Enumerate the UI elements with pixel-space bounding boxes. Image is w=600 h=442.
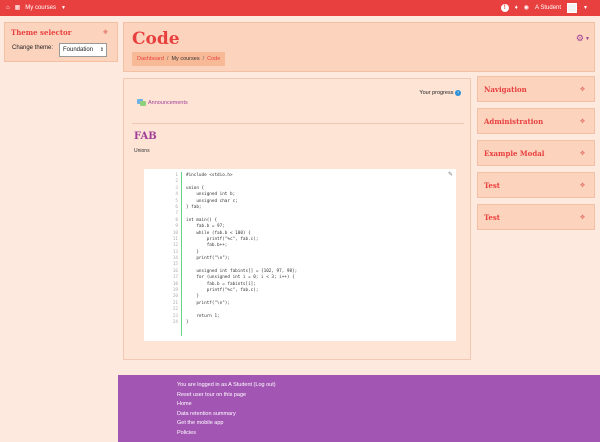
footer-home[interactable]: Home bbox=[177, 400, 276, 410]
page-footer: You are logged in as A Student (Log out)… bbox=[118, 375, 600, 442]
footer-mobile-app[interactable]: Get the mobile app bbox=[177, 419, 276, 429]
home-icon[interactable]: ⌂ bbox=[6, 5, 10, 11]
theme-selector-title: Theme selector bbox=[11, 28, 72, 37]
chevron-down-icon: ▼ bbox=[60, 5, 66, 11]
theme-select-value: Foundation bbox=[63, 47, 94, 53]
breadcrumb-separator: / bbox=[166, 56, 169, 62]
avatar[interactable] bbox=[567, 3, 578, 13]
navigation-block: Navigation ✥ bbox=[477, 76, 595, 102]
move-icon[interactable]: ✥ bbox=[103, 29, 108, 36]
top-navbar: ⌂ ▦ My courses ▼ ! ♦ ◉ A Student ▼ bbox=[0, 0, 600, 16]
gear-chevron-icon[interactable]: ▼ bbox=[585, 36, 590, 42]
footer-policies[interactable]: Policies bbox=[177, 429, 276, 439]
info-icon[interactable]: ! bbox=[500, 4, 509, 12]
line-number: 24 bbox=[172, 319, 178, 325]
code-text: #include <stdio.h> bbox=[186, 173, 233, 178]
announcements-link[interactable]: Announcements bbox=[137, 99, 188, 106]
breadcrumb-code[interactable]: Code bbox=[207, 56, 220, 62]
footer-reset-tour[interactable]: Reset user tour on this page bbox=[177, 391, 276, 401]
test-block-2: Test ✥ bbox=[477, 204, 595, 230]
administration-block: Administration ✥ bbox=[477, 108, 595, 134]
example-modal-block: Example Modal ✥ bbox=[477, 140, 595, 166]
example-modal-block-title: Example Modal bbox=[484, 149, 545, 158]
page-header: Code Dashboard / My courses / Code ⚙ ▼ bbox=[123, 22, 595, 72]
code-text: } bbox=[186, 319, 189, 325]
footer-login-info[interactable]: You are logged in as A Student (Log out) bbox=[177, 381, 276, 391]
gear-icon[interactable]: ⚙ bbox=[576, 33, 584, 44]
move-icon[interactable]: ✥ bbox=[580, 150, 585, 157]
footer-links: You are logged in as A Student (Log out)… bbox=[177, 381, 276, 438]
test-block-1: Test ✥ bbox=[477, 172, 595, 198]
code-lines: 1 #include <stdio.h> 2 3 union {4 unsigned i… bbox=[170, 173, 297, 326]
code-line: 24} bbox=[170, 320, 297, 326]
progress-indicator: Your progress ? bbox=[419, 90, 461, 96]
course-content: Your progress ? Announcements FAB Unions… bbox=[123, 78, 471, 360]
administration-block-title: Administration bbox=[484, 117, 544, 126]
section-title: FAB bbox=[134, 131, 157, 142]
page-title: Code bbox=[132, 29, 180, 49]
move-icon[interactable]: ✥ bbox=[580, 86, 585, 93]
select-arrow-icon: ⇕ bbox=[99, 47, 104, 53]
announcements-label: Announcements bbox=[148, 99, 188, 106]
footer-data-retention[interactable]: Data retention summary bbox=[177, 410, 276, 420]
theme-selector-block: Theme selector ✥ Change theme: Foundatio… bbox=[4, 22, 118, 62]
chat-icon[interactable]: ◉ bbox=[524, 5, 529, 11]
my-courses-menu[interactable]: My courses bbox=[25, 5, 56, 11]
user-menu-chevron-icon[interactable]: ▼ bbox=[583, 5, 588, 11]
breadcrumb-dashboard[interactable]: Dashboard bbox=[137, 56, 164, 62]
theme-select[interactable]: Foundation ⇕ bbox=[59, 43, 107, 57]
bell-icon[interactable]: ♦ bbox=[515, 5, 518, 11]
edit-icon[interactable]: ✎ bbox=[448, 171, 453, 178]
help-icon[interactable]: ? bbox=[455, 90, 461, 96]
move-icon[interactable]: ✥ bbox=[580, 182, 585, 189]
progress-label: Your progress bbox=[419, 90, 454, 96]
test-block-title: Test bbox=[484, 213, 501, 222]
code-text: printf("\n"); bbox=[186, 256, 230, 262]
courses-icon: ▦ bbox=[14, 5, 21, 11]
move-icon[interactable]: ✥ bbox=[580, 118, 585, 125]
test-block-title: Test bbox=[484, 181, 501, 190]
breadcrumb-my-courses[interactable]: My courses bbox=[171, 56, 199, 62]
user-menu-name[interactable]: A Student bbox=[535, 5, 561, 11]
change-theme-label: Change theme: bbox=[12, 45, 54, 51]
move-icon[interactable]: ✥ bbox=[580, 214, 585, 221]
breadcrumb-separator: / bbox=[202, 56, 205, 62]
breadcrumb: Dashboard / My courses / Code bbox=[132, 52, 226, 66]
section-divider bbox=[132, 123, 464, 124]
code-text: printf("\n"); bbox=[186, 300, 230, 306]
section-summary: Unions bbox=[134, 148, 150, 154]
navigation-block-title: Navigation bbox=[484, 85, 527, 94]
code-block: ✎ 1 #include <stdio.h> 2 3 union {4 unsigned… bbox=[144, 169, 456, 341]
forum-icon bbox=[137, 99, 146, 106]
